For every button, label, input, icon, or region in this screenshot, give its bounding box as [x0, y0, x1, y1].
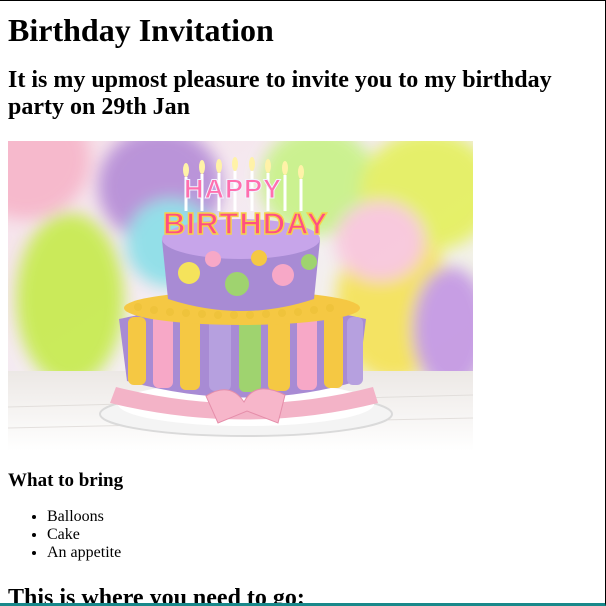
list-item: An appetite: [47, 544, 598, 562]
bring-list: Balloons Cake An appetite: [8, 508, 598, 562]
page-content: Birthday Invitation It is my upmost plea…: [8, 1, 598, 606]
balloon-pink-right: [335, 201, 425, 281]
list-item: Cake: [47, 526, 598, 544]
birthday-cake-image: HAPPY BIRTHDAY: [8, 141, 473, 451]
invitation-text: It is my upmost pleasure to invite you t…: [8, 67, 552, 120]
birthday-topper: BIRTHDAY: [163, 206, 328, 241]
happy-topper: HAPPY: [184, 174, 282, 204]
page-title: Birthday Invitation: [8, 12, 274, 48]
list-item: Balloons: [47, 508, 598, 526]
balloon-lime-left: [16, 213, 124, 385]
browser-viewport: Birthday Invitation It is my upmost plea…: [0, 0, 606, 606]
bring-heading: What to bring: [8, 470, 124, 491]
location-heading: This is where you need to go:: [8, 585, 305, 606]
